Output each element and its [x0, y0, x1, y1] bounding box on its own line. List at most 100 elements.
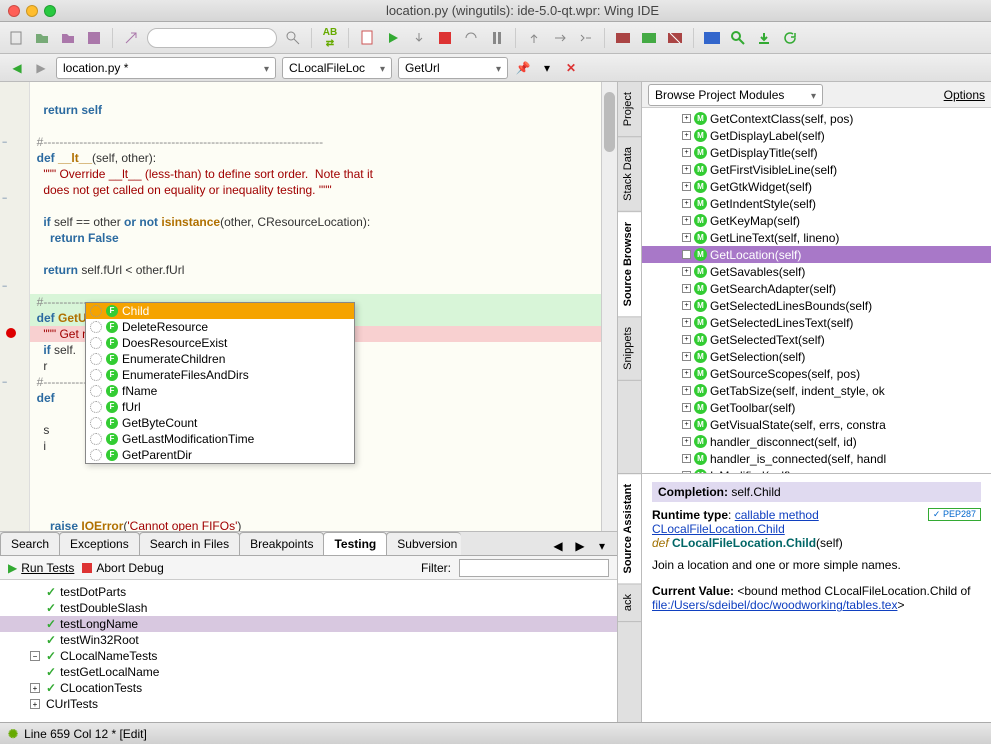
expand-icon[interactable]: +	[682, 335, 691, 344]
test-group[interactable]: +✓ CLocationTests	[0, 680, 617, 696]
member-item[interactable]: +MGetKeyMap(self)	[642, 212, 991, 229]
test-group[interactable]: + CUrlTests	[0, 696, 617, 712]
expand-icon[interactable]: +	[682, 454, 691, 463]
expand-icon[interactable]: +	[682, 182, 691, 191]
stop-icon[interactable]	[435, 28, 455, 48]
code-editor[interactable]: − − − − return self #-------------------…	[0, 82, 617, 532]
search-icon[interactable]	[283, 28, 303, 48]
tab-search-in-files[interactable]: Search in Files	[139, 532, 240, 555]
refresh-icon[interactable]	[780, 28, 800, 48]
autocomplete-item[interactable]: FEnumerateChildren	[86, 351, 354, 367]
test-item[interactable]: ✓ testDoubleSlash	[0, 600, 617, 616]
tab-search[interactable]: Search	[0, 532, 60, 555]
member-item[interactable]: +MGetToolbar(self)	[642, 399, 991, 416]
fold-marker[interactable]: −	[2, 278, 12, 288]
editor-scrollbar[interactable]	[601, 82, 617, 531]
goto-icon[interactable]	[121, 28, 141, 48]
expand-icon[interactable]: +	[682, 318, 691, 327]
expand-icon[interactable]: +	[30, 699, 40, 709]
symbol-selector[interactable]: GetUrl	[398, 57, 508, 79]
breakpoint-icon[interactable]	[6, 328, 16, 338]
tabstrip-next-icon[interactable]: ▶	[571, 537, 589, 555]
autocomplete-item[interactable]: FChild	[86, 303, 354, 319]
expand-icon[interactable]: +	[682, 471, 691, 473]
console-icon[interactable]	[702, 28, 722, 48]
zoom-window-button[interactable]	[44, 5, 56, 17]
expand-icon[interactable]: +	[682, 301, 691, 310]
replace-icon[interactable]: AB⇄	[320, 28, 340, 48]
open-file-icon[interactable]	[32, 28, 52, 48]
member-item[interactable]: +MGetGtkWidget(self)	[642, 178, 991, 195]
step-over-icon[interactable]	[461, 28, 481, 48]
member-item[interactable]: +MGetDisplayLabel(self)	[642, 127, 991, 144]
close-tab-icon[interactable]: ✕	[562, 59, 580, 77]
member-item[interactable]: +MGetSelectedLinesBounds(self)	[642, 297, 991, 314]
member-item[interactable]: +MGetTabSize(self, indent_style, ok	[642, 382, 991, 399]
member-item[interactable]: +MGetContextClass(self, pos)	[642, 110, 991, 127]
nav-back-icon[interactable]: ◀	[8, 59, 26, 77]
test-group[interactable]: −✓ CLocalNameTests	[0, 648, 617, 664]
member-item[interactable]: +MGetSavables(self)	[642, 263, 991, 280]
expand-icon[interactable]: +	[682, 199, 691, 208]
expand-icon[interactable]: +	[682, 369, 691, 378]
member-item[interactable]: +MGetLocation(self)	[642, 246, 991, 263]
sidetab-project[interactable]: Project	[618, 82, 641, 137]
new-file-icon[interactable]	[6, 28, 26, 48]
tabstrip-prev-icon[interactable]: ◀	[549, 537, 567, 555]
quick-search-input[interactable]	[147, 28, 277, 48]
test-item[interactable]: ✓ testGetLocalName	[0, 664, 617, 680]
expand-icon[interactable]: +	[682, 250, 691, 259]
collapse-icon[interactable]: −	[30, 651, 40, 661]
sidetab-stack-data[interactable]: Stack Data	[618, 137, 641, 212]
autocomplete-item[interactable]: FEnumerateFilesAndDirs	[86, 367, 354, 383]
search-project-icon[interactable]	[728, 28, 748, 48]
sidetab-source-browser[interactable]: Source Browser	[618, 212, 641, 317]
pause-icon[interactable]	[487, 28, 507, 48]
minimize-window-button[interactable]	[26, 5, 38, 17]
member-item[interactable]: +MGetSearchAdapter(self)	[642, 280, 991, 297]
autocomplete-item[interactable]: FfName	[86, 383, 354, 399]
expand-icon[interactable]: +	[682, 165, 691, 174]
expand-icon[interactable]: +	[30, 683, 40, 693]
tab-testing[interactable]: Testing	[323, 532, 387, 555]
autocomplete-item[interactable]: FfUrl	[86, 399, 354, 415]
open-project-icon[interactable]	[58, 28, 78, 48]
breakpoint-set-icon[interactable]	[613, 28, 633, 48]
expand-icon[interactable]: +	[682, 216, 691, 225]
member-item[interactable]: +MGetDisplayTitle(self)	[642, 144, 991, 161]
expand-icon[interactable]: +	[682, 267, 691, 276]
tab-exceptions[interactable]: Exceptions	[59, 532, 140, 555]
autocomplete-popup[interactable]: FChildFDeleteResourceFDoesResourceExistF…	[85, 302, 355, 464]
step-out-icon[interactable]	[524, 28, 544, 48]
member-item[interactable]: +MGetSelectedLinesText(self)	[642, 314, 991, 331]
class-selector[interactable]: CLocalFileLoc	[282, 57, 392, 79]
abort-debug-button[interactable]: Abort Debug	[82, 561, 163, 575]
editor-gutter[interactable]	[0, 82, 30, 531]
autocomplete-item[interactable]: FGetByteCount	[86, 415, 354, 431]
member-tree[interactable]: +MGetContextClass(self, pos)+MGetDisplay…	[642, 108, 991, 473]
step-in-icon[interactable]	[409, 28, 429, 48]
run-icon[interactable]	[383, 28, 403, 48]
member-item[interactable]: +Mhandler_is_connected(self, handl	[642, 450, 991, 467]
tabstrip-menu-icon[interactable]: ▾	[593, 537, 611, 555]
breakpoint-clear-icon[interactable]	[665, 28, 685, 48]
fold-marker[interactable]: −	[2, 134, 12, 144]
continue-icon[interactable]	[576, 28, 596, 48]
options-link[interactable]: Options	[944, 88, 985, 102]
expand-icon[interactable]: +	[682, 131, 691, 140]
expand-icon[interactable]: +	[682, 148, 691, 157]
close-window-button[interactable]	[8, 5, 20, 17]
sidetab-snippets[interactable]: Snippets	[618, 317, 641, 381]
member-item[interactable]: +MGetFirstVisibleLine(self)	[642, 161, 991, 178]
tab-subversion[interactable]: Subversion	[386, 532, 461, 555]
expand-icon[interactable]: +	[682, 233, 691, 242]
expand-icon[interactable]: +	[682, 284, 691, 293]
expand-icon[interactable]: +	[682, 403, 691, 412]
autocomplete-item[interactable]: FGetParentDir	[86, 447, 354, 463]
sidetab-source-assistant[interactable]: Source Assistant	[618, 474, 641, 584]
member-item[interactable]: +MGetSelectedText(self)	[642, 331, 991, 348]
member-item[interactable]: +MIsModified(self)	[642, 467, 991, 473]
autocomplete-item[interactable]: FDeleteResource	[86, 319, 354, 335]
download-icon[interactable]	[754, 28, 774, 48]
step-icon[interactable]	[550, 28, 570, 48]
